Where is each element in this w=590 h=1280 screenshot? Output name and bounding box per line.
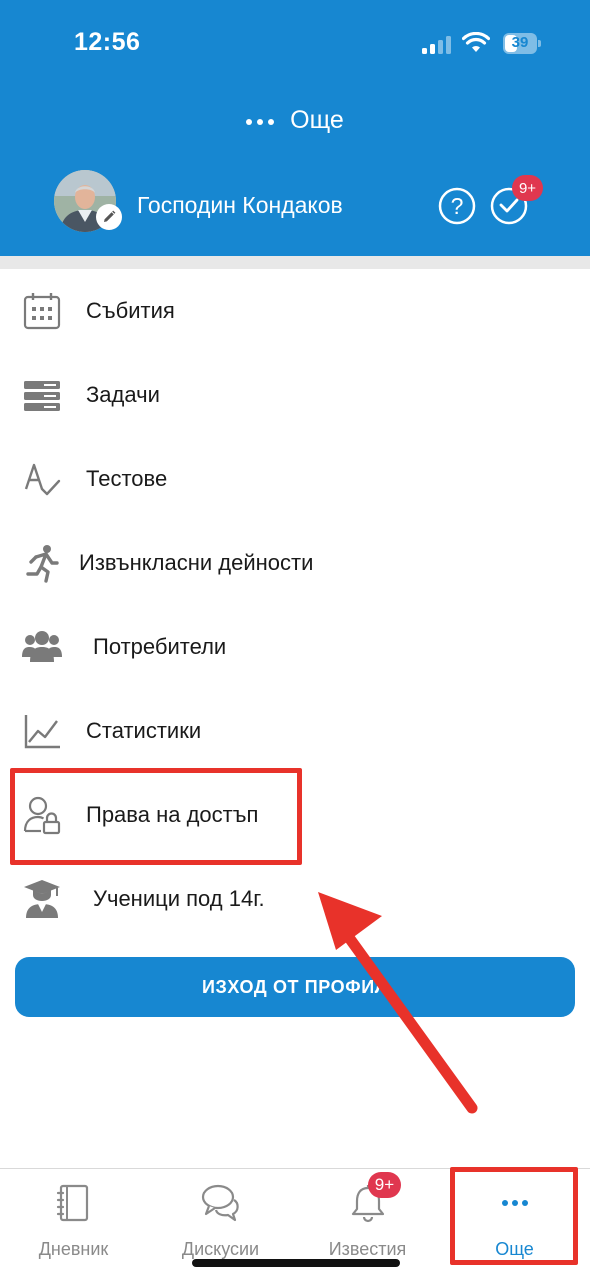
calendar-icon [23, 293, 61, 330]
page-title: Още [290, 106, 344, 134]
graduate-icon [24, 880, 60, 918]
more-dots-icon [246, 118, 275, 125]
tab-label: Известия [328, 1239, 407, 1259]
running-person-icon [26, 545, 59, 583]
menu-item-label: Статистики [86, 718, 202, 743]
tab-label: Дневник [38, 1239, 109, 1259]
menu-item-label: Събития [86, 298, 175, 323]
menu-item-tasks[interactable]: Задачи [0, 353, 590, 437]
logout-button[interactable]: ИЗХОД ОТ ПРОФИЛ [15, 957, 575, 1017]
tests-icon [24, 463, 61, 496]
menu-item-extracurricular[interactable]: Извънкласни дейности [0, 521, 590, 605]
annotation-highlight-box [10, 768, 302, 865]
annotation-arrow [318, 892, 478, 1114]
menu-item-label: Извънкласни дейности [79, 550, 314, 575]
journal-icon [56, 1184, 88, 1222]
svg-text:?: ? [451, 193, 464, 219]
tab-notifications[interactable]: Известия [294, 1183, 441, 1263]
battery-level: 39 [511, 34, 529, 51]
battery-icon: 39 [503, 33, 541, 54]
menu-item-users[interactable]: Потребители [0, 605, 590, 689]
menu-item-students-under-14[interactable]: Ученици под 14г. [0, 857, 590, 941]
user-name[interactable]: Господин Кондаков [137, 192, 343, 219]
annotation-tab-highlight-box [450, 1167, 578, 1265]
menu-item-label: Ученици под 14г. [93, 886, 265, 911]
menu-item-label: Тестове [86, 466, 168, 491]
menu-item-label: Потребители [93, 634, 227, 659]
users-icon [22, 631, 62, 662]
notifications-tab-badge: 9+ [368, 1172, 401, 1198]
status-time: 12:56 [74, 28, 141, 56]
chat-icon [201, 1184, 239, 1222]
app-header: 12:56 39 Още Господин Кондаков ? 9+ [0, 0, 590, 256]
notification-count-badge: 9+ [512, 175, 543, 201]
menu-item-tests[interactable]: Тестове [0, 437, 590, 521]
menu-item-events[interactable]: Събития [0, 269, 590, 353]
header-divider [0, 256, 590, 269]
home-indicator [192, 1259, 400, 1267]
help-icon[interactable]: ? [438, 187, 476, 225]
tab-discussions[interactable]: Дискусии [147, 1183, 294, 1263]
edit-profile-pencil-icon[interactable] [96, 204, 122, 230]
tab-journal[interactable]: Дневник [0, 1183, 147, 1263]
tab-label: Дискусии [181, 1239, 260, 1259]
wifi-icon [462, 32, 490, 52]
menu-item-label: Задачи [86, 382, 160, 407]
cellular-signal-icon [422, 36, 452, 54]
statistics-icon [24, 715, 60, 749]
menu-item-statistics[interactable]: Статистики [0, 689, 590, 773]
tasks-icon [24, 381, 60, 411]
header-title-row: Още [0, 106, 590, 135]
